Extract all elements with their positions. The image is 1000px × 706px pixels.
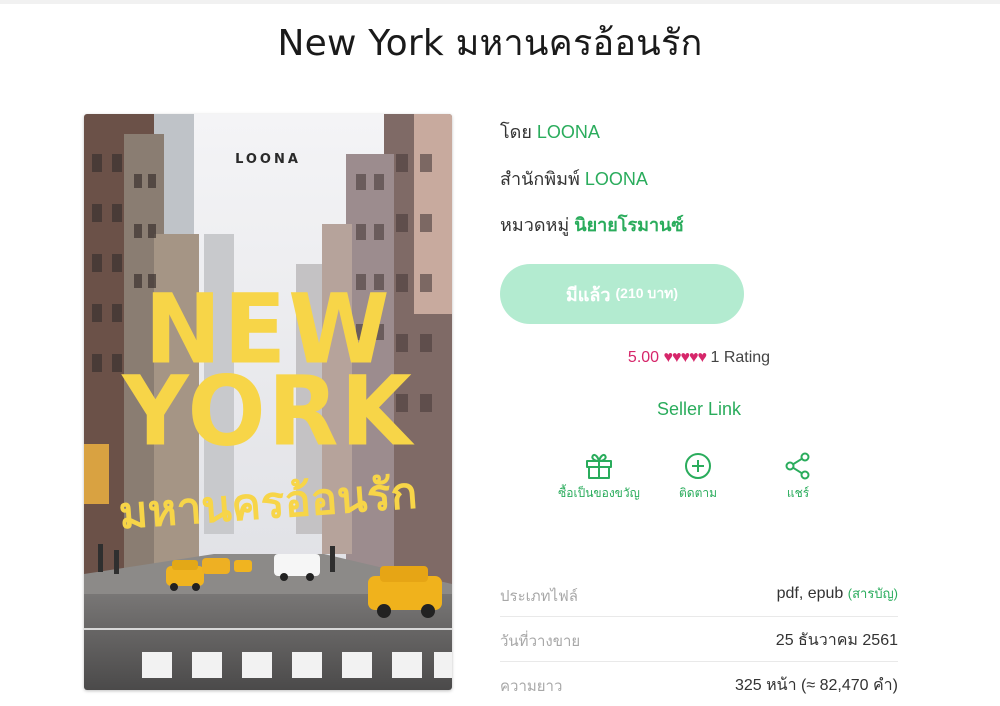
cover-title-line2: YORK — [122, 355, 414, 468]
plus-circle-icon — [685, 453, 711, 479]
share-icon — [785, 452, 810, 480]
category-link[interactable]: นิยายโรมานซ์ — [574, 215, 683, 235]
release-label: วันที่วางขาย — [500, 633, 581, 650]
gift-icon — [586, 453, 612, 479]
file-type-label: ประเภทไฟล์ — [500, 588, 578, 605]
top-divider — [0, 0, 1000, 4]
share-label: แชร์ — [786, 486, 810, 500]
publisher-label: สำนักพิมพ์ — [500, 169, 580, 189]
owned-label: มีแล้ว — [565, 284, 611, 305]
category-row: หมวดหมู่ นิยายโรมานซ์ — [500, 210, 684, 239]
price-label: (210 บาท) — [615, 285, 679, 301]
file-type-value: pdf, epub (สารบัญ) — [777, 583, 898, 604]
release-row: วันที่วางขาย 25 ธันวาคม 2561 — [500, 617, 898, 662]
rating-score: 5.00 — [627, 349, 660, 366]
cover-author-mark: LOONA — [235, 152, 301, 167]
follow-button[interactable]: ติดตาม — [643, 452, 753, 503]
author-link[interactable]: LOONA — [537, 122, 600, 142]
heart-rating-icon: ♥♥♥♥♥ — [663, 349, 707, 366]
author-row: โดย LOONA — [500, 117, 600, 146]
file-type-row: ประเภทไฟล์ pdf, epub (สารบัญ) — [500, 572, 898, 617]
follow-label: ติดตาม — [678, 486, 718, 500]
release-value: 25 ธันวาคม 2561 — [775, 632, 898, 649]
category-label: หมวดหมู่ — [500, 215, 570, 235]
seller-link[interactable]: Seller Link — [500, 399, 898, 420]
gift-label: ซื้อเป็นของขวัญ — [558, 486, 640, 500]
length-value: 325 หน้า (≈ 82,470 คำ) — [734, 677, 898, 694]
share-button[interactable]: แชร์ — [743, 452, 853, 503]
file-type-text: pdf, epub — [776, 585, 844, 602]
length-label: ความยาว — [500, 678, 563, 695]
publisher-row: สำนักพิมพ์ LOONA — [500, 164, 648, 193]
rating-row[interactable]: 5.00 ♥♥♥♥♥ 1 Rating — [500, 349, 898, 367]
owned-button[interactable]: มีแล้ว (210 บาท) — [500, 264, 744, 324]
toc-link[interactable]: (สารบัญ) — [848, 586, 898, 601]
rating-count: 1 Rating — [710, 349, 771, 366]
page-title: New York มหานครอ้อนรัก — [277, 23, 703, 64]
length-row: ความยาว 325 หน้า (≈ 82,470 คำ) — [500, 662, 898, 706]
gift-button[interactable]: ซื้อเป็นของขวัญ — [544, 452, 654, 503]
book-cover[interactable]: LOONA NEW YORK มหานครอ้อนรัก — [84, 114, 452, 690]
publisher-link[interactable]: LOONA — [585, 169, 648, 189]
author-label: โดย — [500, 122, 532, 142]
